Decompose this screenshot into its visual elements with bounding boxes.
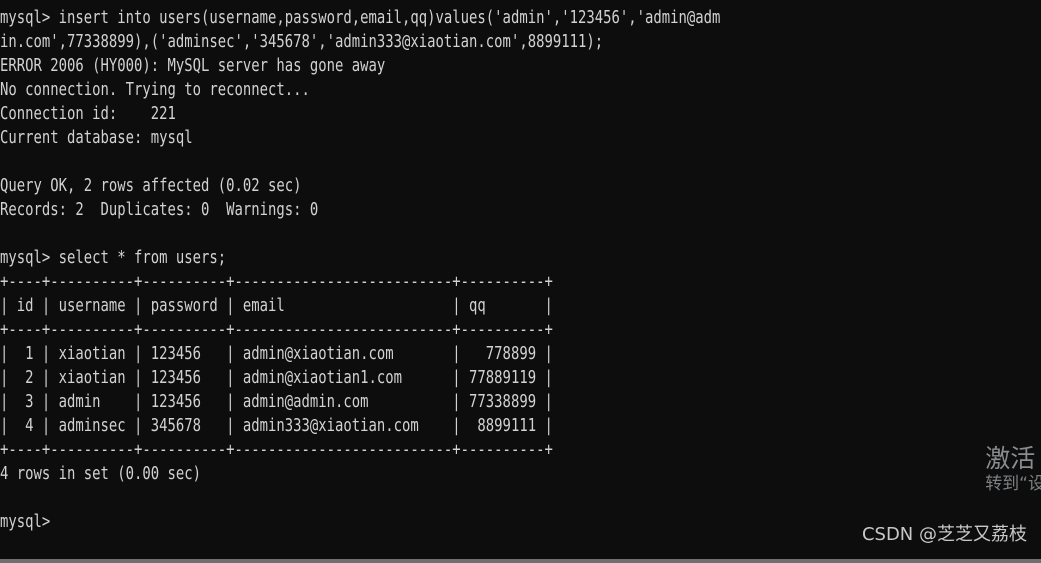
window-bottom-bar bbox=[0, 559, 1041, 563]
table-border-header: +----+----------+----------+------------… bbox=[0, 320, 553, 340]
table-border-bottom: +----+----------+----------+------------… bbox=[0, 440, 553, 460]
table-row: | 1 | xiaotian | 123456 | admin@xiaotian… bbox=[0, 344, 553, 364]
terminal-line: in.com',77338899),('adminsec','345678','… bbox=[0, 32, 604, 52]
terminal-line-reconnect: No connection. Trying to reconnect... bbox=[0, 80, 310, 100]
terminal-line-records: Records: 2 Duplicates: 0 Warnings: 0 bbox=[0, 200, 319, 220]
terminal-output[interactable]: mysql> insert into users(username,passwo… bbox=[0, 0, 1041, 534]
table-header-row: | id | username | password | email | qq … bbox=[0, 296, 553, 316]
table-border-top: +----+----------+----------+------------… bbox=[0, 272, 553, 292]
table-row: | 4 | adminsec | 345678 | admin333@xiaot… bbox=[0, 416, 553, 436]
terminal-line-query-status: Query OK, 2 rows affected (0.02 sec) bbox=[0, 176, 302, 196]
terminal-line-error: ERROR 2006 (HY000): MySQL server has gon… bbox=[0, 56, 386, 76]
table-row: | 2 | xiaotian | 123456 | admin@xiaotian… bbox=[0, 368, 553, 388]
table-row: | 3 | admin | 123456 | admin@admin.com |… bbox=[0, 392, 553, 412]
terminal-prompt[interactable]: mysql> bbox=[0, 510, 1041, 534]
terminal-line-current-database: Current database: mysql bbox=[0, 128, 193, 148]
terminal-line-connection-id: Connection id: 221 bbox=[0, 104, 176, 124]
terminal-line-row-count: 4 rows in set (0.00 sec) bbox=[0, 464, 202, 484]
terminal-line-select-command: mysql> select * from users; bbox=[0, 248, 227, 268]
terminal-window[interactable]: mysql> insert into users(username,passwo… bbox=[0, 0, 1041, 563]
terminal-line: mysql> insert into users(username,passwo… bbox=[0, 8, 721, 28]
